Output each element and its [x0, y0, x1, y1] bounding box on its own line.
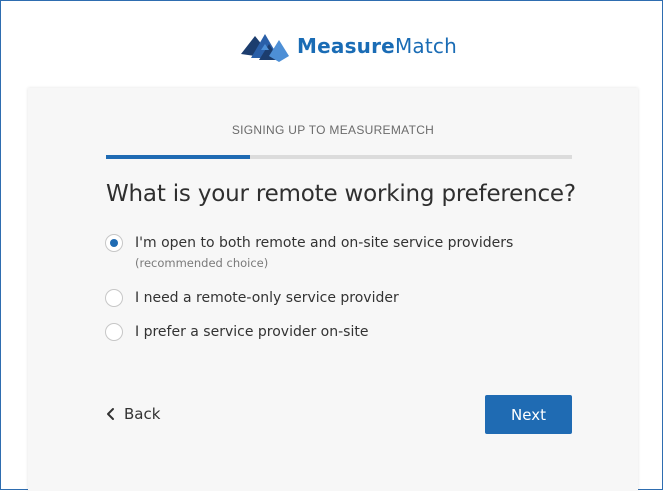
- radio-button[interactable]: [105, 323, 123, 341]
- chevron-left-icon: [107, 408, 114, 420]
- radio-button[interactable]: [105, 289, 123, 307]
- option-onsite[interactable]: I prefer a service provider on-site: [105, 323, 368, 341]
- next-button[interactable]: Next: [485, 395, 572, 434]
- radio-button[interactable]: [105, 234, 123, 252]
- option-label: I'm open to both remote and on-site serv…: [135, 235, 514, 251]
- option-sublabel: (recommended choice): [135, 256, 269, 270]
- logo-wordmark: MeasureMatch: [297, 34, 457, 58]
- option-label: I need a remote-only service provider: [135, 290, 399, 306]
- question-heading: What is your remote working preference?: [106, 181, 576, 207]
- signup-card: SIGNING UP TO MEASUREMATCH What is your …: [28, 88, 638, 491]
- measurematch-logo-icon: [241, 34, 289, 62]
- progress-bar: [106, 155, 572, 159]
- option-remote-only[interactable]: I need a remote-only service provider: [105, 289, 399, 307]
- option-label: I prefer a service provider on-site: [135, 324, 369, 340]
- step-title: SIGNING UP TO MEASUREMATCH: [231, 123, 435, 137]
- window-frame: MeasureMatch SIGNING UP TO MEASUREMATCH …: [0, 0, 663, 491]
- progress-bar-fill: [106, 155, 251, 159]
- logo: MeasureMatch: [241, 27, 457, 65]
- back-button[interactable]: Back: [105, 404, 160, 424]
- back-label: Back: [124, 405, 161, 423]
- option-remote-and-onsite[interactable]: I'm open to both remote and on-site serv…: [105, 234, 513, 270]
